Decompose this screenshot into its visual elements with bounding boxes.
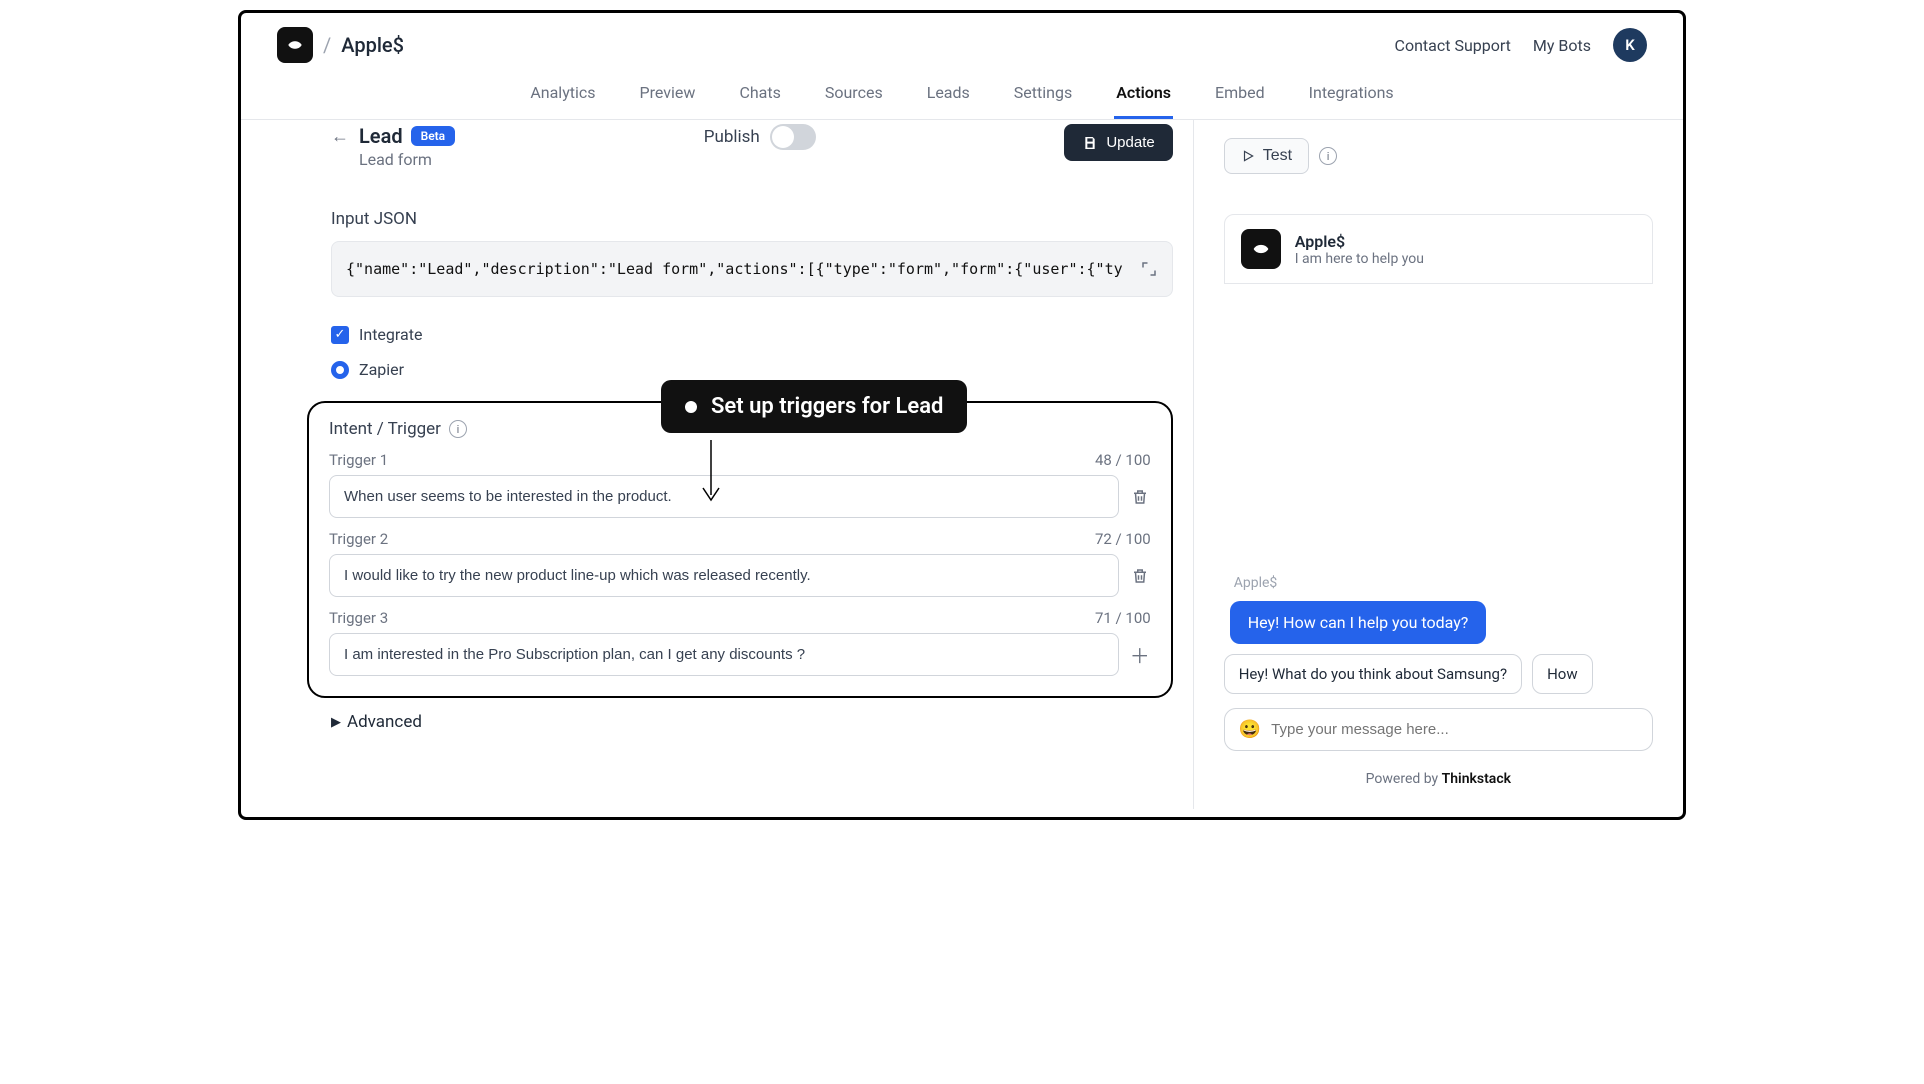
tab-embed[interactable]: Embed <box>1213 77 1267 119</box>
trigger-char-count: 72 / 100 <box>1095 530 1151 548</box>
publish-toggle[interactable] <box>770 124 816 150</box>
trigger-input[interactable] <box>329 633 1119 676</box>
contact-support-link[interactable]: Contact Support <box>1395 36 1511 55</box>
intent-trigger-box: Intent / Trigger i Trigger 1 48 / 100 Tr… <box>307 401 1173 698</box>
nav-tabs: Analytics Preview Chats Sources Leads Setting… <box>241 71 1683 120</box>
integrate-label: Integrate <box>359 325 422 344</box>
tab-analytics[interactable]: Analytics <box>528 77 597 119</box>
input-json-box[interactable]: {"name":"Lead","description":"Lead form"… <box>331 241 1173 297</box>
beta-badge: Beta <box>411 126 456 146</box>
zapier-label: Zapier <box>359 360 404 379</box>
info-icon[interactable]: i <box>1319 147 1337 165</box>
play-icon <box>1241 149 1255 163</box>
integrate-checkbox-row[interactable]: ✓ Integrate <box>331 325 1173 344</box>
input-json-label: Input JSON <box>331 209 1173 229</box>
info-icon[interactable]: i <box>449 420 467 438</box>
integrate-checkbox[interactable]: ✓ <box>331 326 349 344</box>
tab-settings[interactable]: Settings <box>1012 77 1074 119</box>
delete-trigger-icon[interactable] <box>1129 565 1151 587</box>
advanced-label: Advanced <box>347 712 422 732</box>
app-logo[interactable] <box>277 27 313 63</box>
back-arrow-icon[interactable]: ← <box>331 124 349 147</box>
logo-icon <box>285 35 305 55</box>
page-header-row: ← Lead Beta Lead form Publish Upda <box>331 120 1173 169</box>
expand-icon[interactable] <box>1140 260 1158 278</box>
test-button[interactable]: Test <box>1224 138 1309 174</box>
page-title: Lead <box>359 124 403 148</box>
trigger-item: Trigger 1 48 / 100 <box>329 451 1151 518</box>
quick-reply-chip[interactable]: Hey! What do you think about Samsung? <box>1224 654 1522 694</box>
advanced-toggle[interactable]: ▶ Advanced <box>331 712 1173 732</box>
publish-label: Publish <box>704 127 760 147</box>
emoji-icon[interactable]: 😀 <box>1239 719 1261 740</box>
bot-name: Apple$ <box>1295 232 1424 251</box>
tab-integrations[interactable]: Integrations <box>1307 77 1396 119</box>
tab-leads[interactable]: Leads <box>925 77 972 119</box>
bot-logo <box>1241 229 1281 269</box>
caret-right-icon: ▶ <box>331 715 341 730</box>
breadcrumb-title[interactable]: Apple$ <box>341 33 404 57</box>
update-button[interactable]: Update <box>1064 124 1172 161</box>
tab-chats[interactable]: Chats <box>737 77 782 119</box>
trigger-item: Trigger 2 72 / 100 <box>329 530 1151 597</box>
my-bots-link[interactable]: My Bots <box>1533 36 1591 55</box>
trigger-char-count: 71 / 100 <box>1095 609 1151 627</box>
header-left: / Apple$ <box>277 27 404 63</box>
save-icon <box>1082 135 1098 151</box>
quick-replies-row: Hey! What do you think about Samsung?How <box>1224 654 1653 694</box>
tab-preview[interactable]: Preview <box>638 77 698 119</box>
user-avatar[interactable]: K <box>1613 28 1647 62</box>
powered-prefix: Powered by <box>1366 771 1442 787</box>
tooltip-dot-icon <box>685 401 697 413</box>
trigger-label: Trigger 3 <box>329 609 388 627</box>
quick-reply-chip[interactable]: How <box>1532 654 1593 694</box>
breadcrumb-slash: / <box>323 33 331 57</box>
chat-body: Apple$ Hey! How can I help you today? He… <box>1224 284 1653 791</box>
zapier-radio[interactable] <box>331 361 349 379</box>
powered-brand[interactable]: Thinkstack <box>1442 771 1511 787</box>
trigger-char-count: 48 / 100 <box>1095 451 1151 469</box>
trigger-input[interactable] <box>329 554 1119 597</box>
bot-subtitle: I am here to help you <box>1295 251 1424 267</box>
integration-options: ✓ Integrate Zapier <box>331 325 1173 379</box>
bot-card: Apple$ I am here to help you <box>1224 214 1653 284</box>
trigger-label: Trigger 2 <box>329 530 388 548</box>
tab-actions[interactable]: Actions <box>1114 77 1173 119</box>
tooltip-arrow-icon <box>691 440 731 510</box>
chat-sender-label: Apple$ <box>1234 575 1653 591</box>
powered-by: Powered by Thinkstack <box>1224 771 1653 787</box>
logo-icon <box>1250 238 1272 260</box>
input-json-value: {"name":"Lead","description":"Lead form"… <box>346 260 1123 278</box>
intent-trigger-heading: Intent / Trigger <box>329 419 441 439</box>
tab-sources[interactable]: Sources <box>823 77 885 119</box>
tooltip-text: Set up triggers for Lead <box>711 394 943 419</box>
delete-trigger-icon[interactable] <box>1129 486 1151 508</box>
header-right: Contact Support My Bots K <box>1395 28 1647 62</box>
zapier-radio-row[interactable]: Zapier <box>331 360 1173 379</box>
chat-input[interactable] <box>1271 721 1638 738</box>
bot-message-bubble: Hey! How can I help you today? <box>1230 601 1487 644</box>
page-subtitle: Lead form <box>359 150 455 169</box>
test-button-label: Test <box>1263 147 1292 165</box>
tooltip-callout: Set up triggers for Lead <box>661 380 967 433</box>
update-button-label: Update <box>1106 134 1154 151</box>
trigger-label: Trigger 1 <box>329 451 388 469</box>
test-row: Test i <box>1224 138 1653 174</box>
app-header: / Apple$ Contact Support My Bots K <box>241 13 1683 71</box>
trigger-item: Trigger 3 71 / 100 ＋ <box>329 609 1151 676</box>
add-trigger-icon[interactable]: ＋ <box>1129 644 1151 666</box>
chat-input-row[interactable]: 😀 <box>1224 708 1653 751</box>
